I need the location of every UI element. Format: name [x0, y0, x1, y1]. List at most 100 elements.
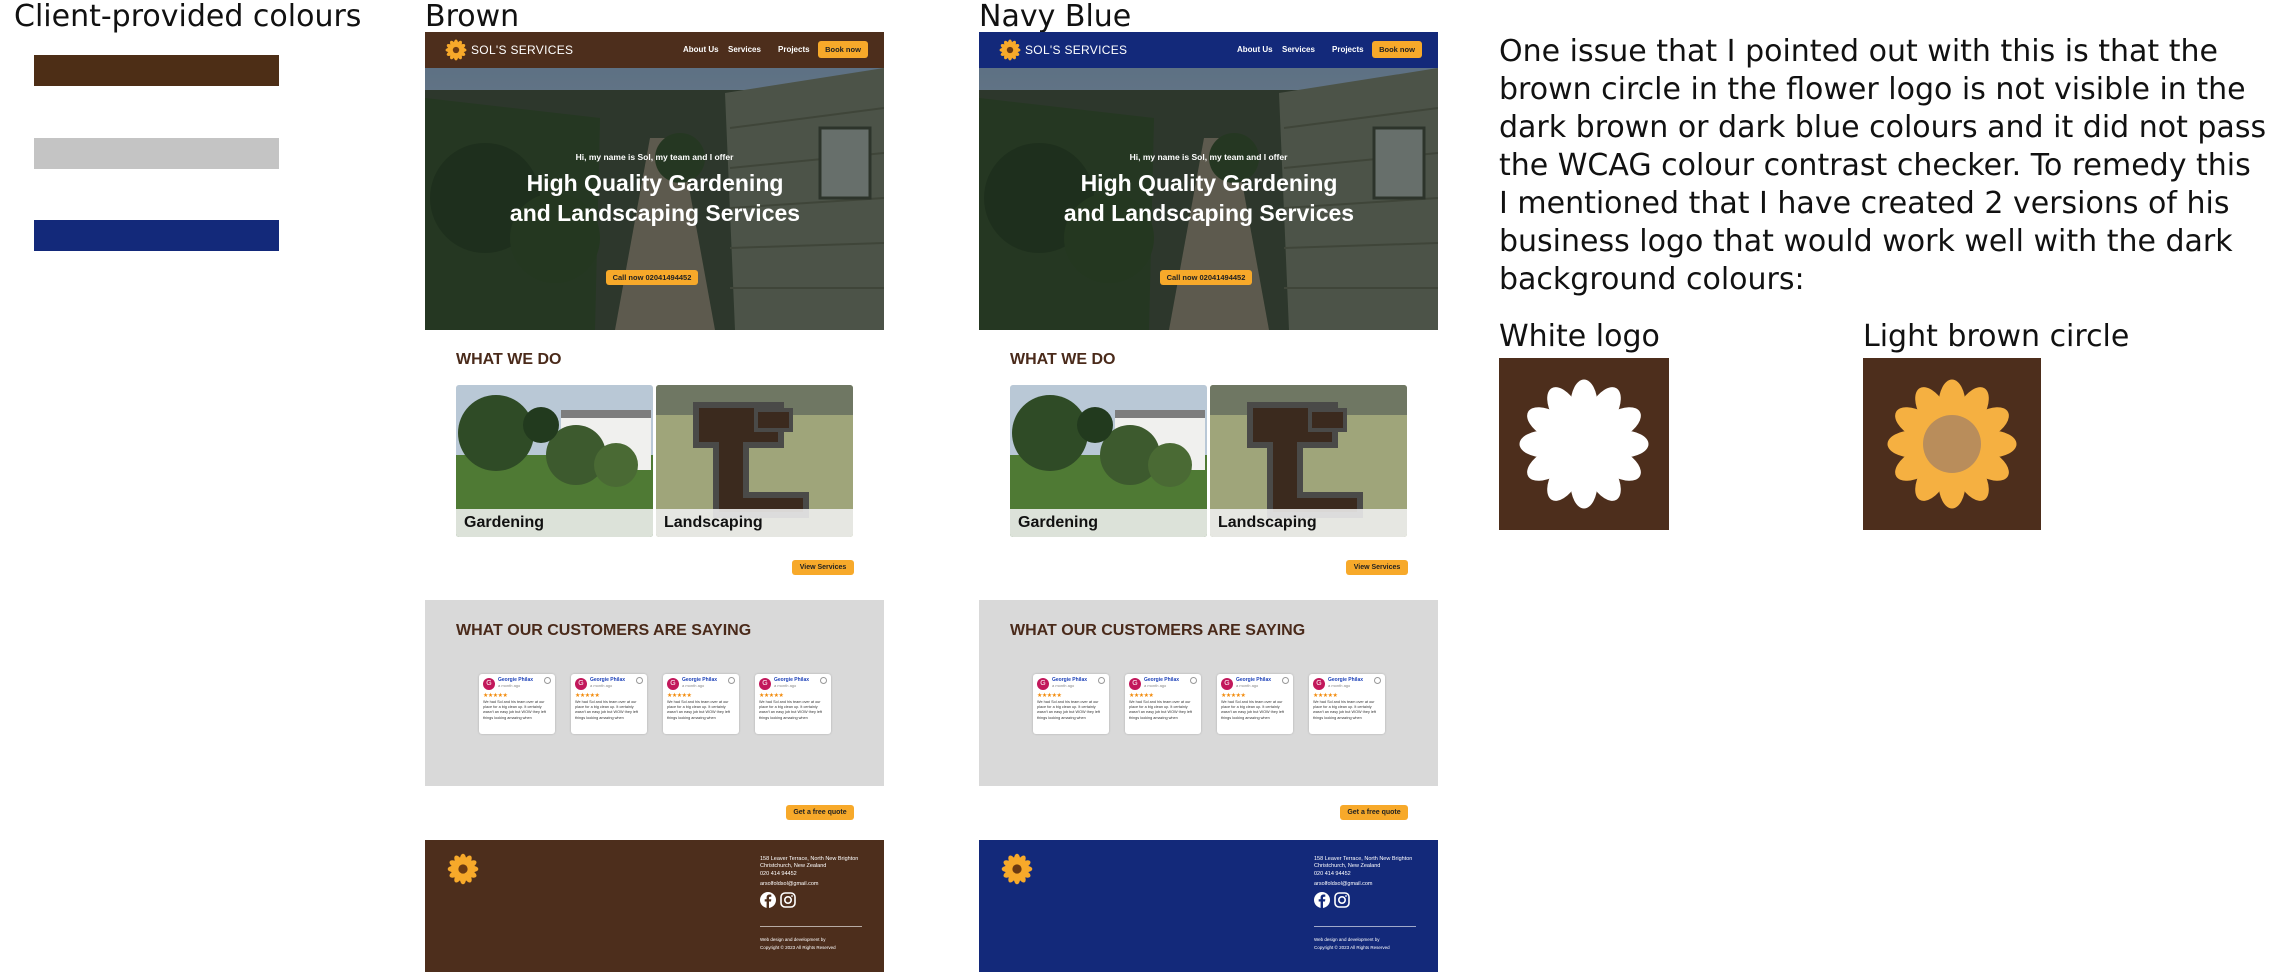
brand-name[interactable]: SOL'S SERVICES: [1025, 43, 1127, 57]
nav-link-services[interactable]: Services: [1282, 45, 1315, 54]
nav-link-about[interactable]: About Us: [683, 45, 719, 54]
reviewer-avatar: G: [759, 678, 771, 690]
footer-email[interactable]: arsolfoldsol@gmail.com: [760, 881, 818, 888]
review-text: We had Sol and his team over at our plac…: [1129, 700, 1192, 720]
review-text: We had Sol and his team over at our plac…: [1221, 700, 1284, 720]
review-text: We had Sol and his team over at our plac…: [483, 700, 546, 720]
review-card[interactable]: G Georgie Philax a month ago ★★★★★ We ha…: [479, 674, 555, 734]
what-we-do-heading: WHAT WE DO: [456, 351, 562, 368]
navbar: SOL'S SERVICES About Us Services Project…: [979, 32, 1438, 68]
view-services-button[interactable]: View Services: [792, 560, 854, 575]
review-stars: ★★★★★: [1129, 693, 1154, 699]
book-now-button[interactable]: Book now: [1372, 41, 1422, 58]
call-now-button[interactable]: Call now 02041494452: [1160, 270, 1252, 285]
review-stars: ★★★★★: [667, 693, 692, 699]
reviewer-avatar: G: [667, 678, 679, 690]
review-card[interactable]: G Georgie Philax a month ago ★★★★★ We ha…: [663, 674, 739, 734]
footer: 158 Leaver Terrace, North New Brighton C…: [425, 840, 884, 972]
service-label: Gardening: [1010, 509, 1207, 537]
customers-heading: WHAT OUR CUSTOMERS ARE SAYING: [1010, 622, 1306, 639]
footer-address: 158 Leaver Terrace, North New Brighton C…: [760, 856, 859, 869]
review-card[interactable]: G Georgie Philax a month ago ★★★★★ We ha…: [1033, 674, 1109, 734]
review-card[interactable]: G Georgie Philax a month ago ★★★★★ We ha…: [755, 674, 831, 734]
review-card[interactable]: G Georgie Philax a month ago ★★★★★ We ha…: [1217, 674, 1293, 734]
footer: 158 Leaver Terrace, North New Brighton C…: [979, 840, 1438, 972]
review-text: We had Sol and his team over at our plac…: [759, 700, 822, 720]
instagram-icon[interactable]: [780, 892, 796, 908]
google-icon: [1190, 677, 1197, 684]
reviewer-avatar: G: [483, 678, 495, 690]
service-card-gardening[interactable]: Gardening: [1010, 385, 1207, 537]
facebook-icon[interactable]: [1314, 892, 1330, 908]
sunflower-logo-icon[interactable]: [447, 853, 479, 885]
review-text: We had Sol and his team over at our plac…: [667, 700, 730, 720]
call-now-button[interactable]: Call now 02041494452: [606, 270, 698, 285]
footer-phone[interactable]: 020 414 94452: [1314, 871, 1351, 878]
instagram-icon[interactable]: [1334, 892, 1350, 908]
review-stars: ★★★★★: [483, 693, 508, 699]
swatch-grey: [34, 138, 279, 169]
light-brown-logo-tile: [1863, 358, 2041, 530]
nav-link-projects[interactable]: Projects: [778, 45, 810, 54]
website-mockup-navy: SOL'S SERVICES About Us Services Project…: [979, 32, 1438, 972]
view-services-button[interactable]: View Services: [1346, 560, 1408, 575]
footer-copyright: Copyright © 2023 All Rights Reserved: [1314, 945, 1390, 950]
service-card-landscaping[interactable]: Landscaping: [656, 385, 853, 537]
review-card[interactable]: G Georgie Philax a month ago ★★★★★ We ha…: [1309, 674, 1385, 734]
service-card-landscaping[interactable]: Landscaping: [1210, 385, 1407, 537]
sunflower-logo-icon[interactable]: [445, 39, 467, 61]
service-label: Landscaping: [1210, 509, 1407, 537]
review-card[interactable]: G Georgie Philax a month ago ★★★★★ We ha…: [1125, 674, 1201, 734]
footer-credit: Web design and development by: [760, 937, 826, 942]
footer-divider: [760, 926, 862, 927]
swatch-brown: [34, 55, 279, 86]
nav-link-about[interactable]: About Us: [1237, 45, 1273, 54]
review-stars: ★★★★★: [759, 693, 784, 699]
google-icon: [1282, 677, 1289, 684]
google-icon: [636, 677, 643, 684]
white-logo-title: White logo: [1499, 319, 1660, 354]
service-label: Gardening: [456, 509, 653, 537]
swatch-navy: [34, 220, 279, 251]
nav-link-services[interactable]: Services: [728, 45, 761, 54]
free-quote-button[interactable]: Get a free quote: [1340, 805, 1408, 820]
review-time: a month ago: [1144, 683, 1167, 688]
reviewer-avatar: G: [1221, 678, 1233, 690]
footer-email[interactable]: arsolfoldsol@gmail.com: [1314, 881, 1372, 888]
brand-name[interactable]: SOL'S SERVICES: [471, 43, 573, 57]
review-time: a month ago: [682, 683, 705, 688]
reviewer-avatar: G: [1037, 678, 1049, 690]
reviewer-avatar: G: [1129, 678, 1141, 690]
footer-phone[interactable]: 020 414 94452: [760, 871, 797, 878]
sunflower-light-brown-logo-icon: [1887, 379, 2017, 509]
google-icon: [544, 677, 551, 684]
review-text: We had Sol and his team over at our plac…: [1313, 700, 1376, 720]
google-icon: [1374, 677, 1381, 684]
free-quote-button[interactable]: Get a free quote: [786, 805, 854, 820]
footer-credit: Web design and development by: [1314, 937, 1380, 942]
review-text: We had Sol and his team over at our plac…: [575, 700, 638, 720]
hero-headline: High Quality Gardening and Landscaping S…: [509, 170, 801, 226]
nav-link-projects[interactable]: Projects: [1332, 45, 1364, 54]
service-card-gardening[interactable]: Gardening: [456, 385, 653, 537]
review-stars: ★★★★★: [1313, 693, 1338, 699]
google-icon: [1098, 677, 1105, 684]
footer-divider: [1314, 926, 1416, 927]
review-stars: ★★★★★: [1221, 693, 1246, 699]
hero-section: Hi, my name is Sol, my team and I offer …: [979, 68, 1438, 330]
footer-copyright: Copyright © 2023 All Rights Reserved: [760, 945, 836, 950]
review-time: a month ago: [1328, 683, 1351, 688]
google-icon: [728, 677, 735, 684]
service-label: Landscaping: [656, 509, 853, 537]
facebook-icon[interactable]: [760, 892, 776, 908]
review-card[interactable]: G Georgie Philax a month ago ★★★★★ We ha…: [571, 674, 647, 734]
palette-title: Client-provided colours: [14, 0, 362, 34]
sunflower-logo-icon[interactable]: [999, 39, 1021, 61]
contrast-note: One issue that I pointed out with this i…: [1499, 34, 2267, 297]
variant-title: Navy Blue: [979, 0, 1132, 34]
book-now-button[interactable]: Book now: [818, 41, 868, 58]
navbar: SOL'S SERVICES About Us Services Project…: [425, 32, 884, 68]
website-mockup-brown: SOL'S SERVICES About Us Services Project…: [425, 32, 884, 972]
sunflower-logo-icon[interactable]: [1001, 853, 1033, 885]
reviewer-avatar: G: [575, 678, 587, 690]
